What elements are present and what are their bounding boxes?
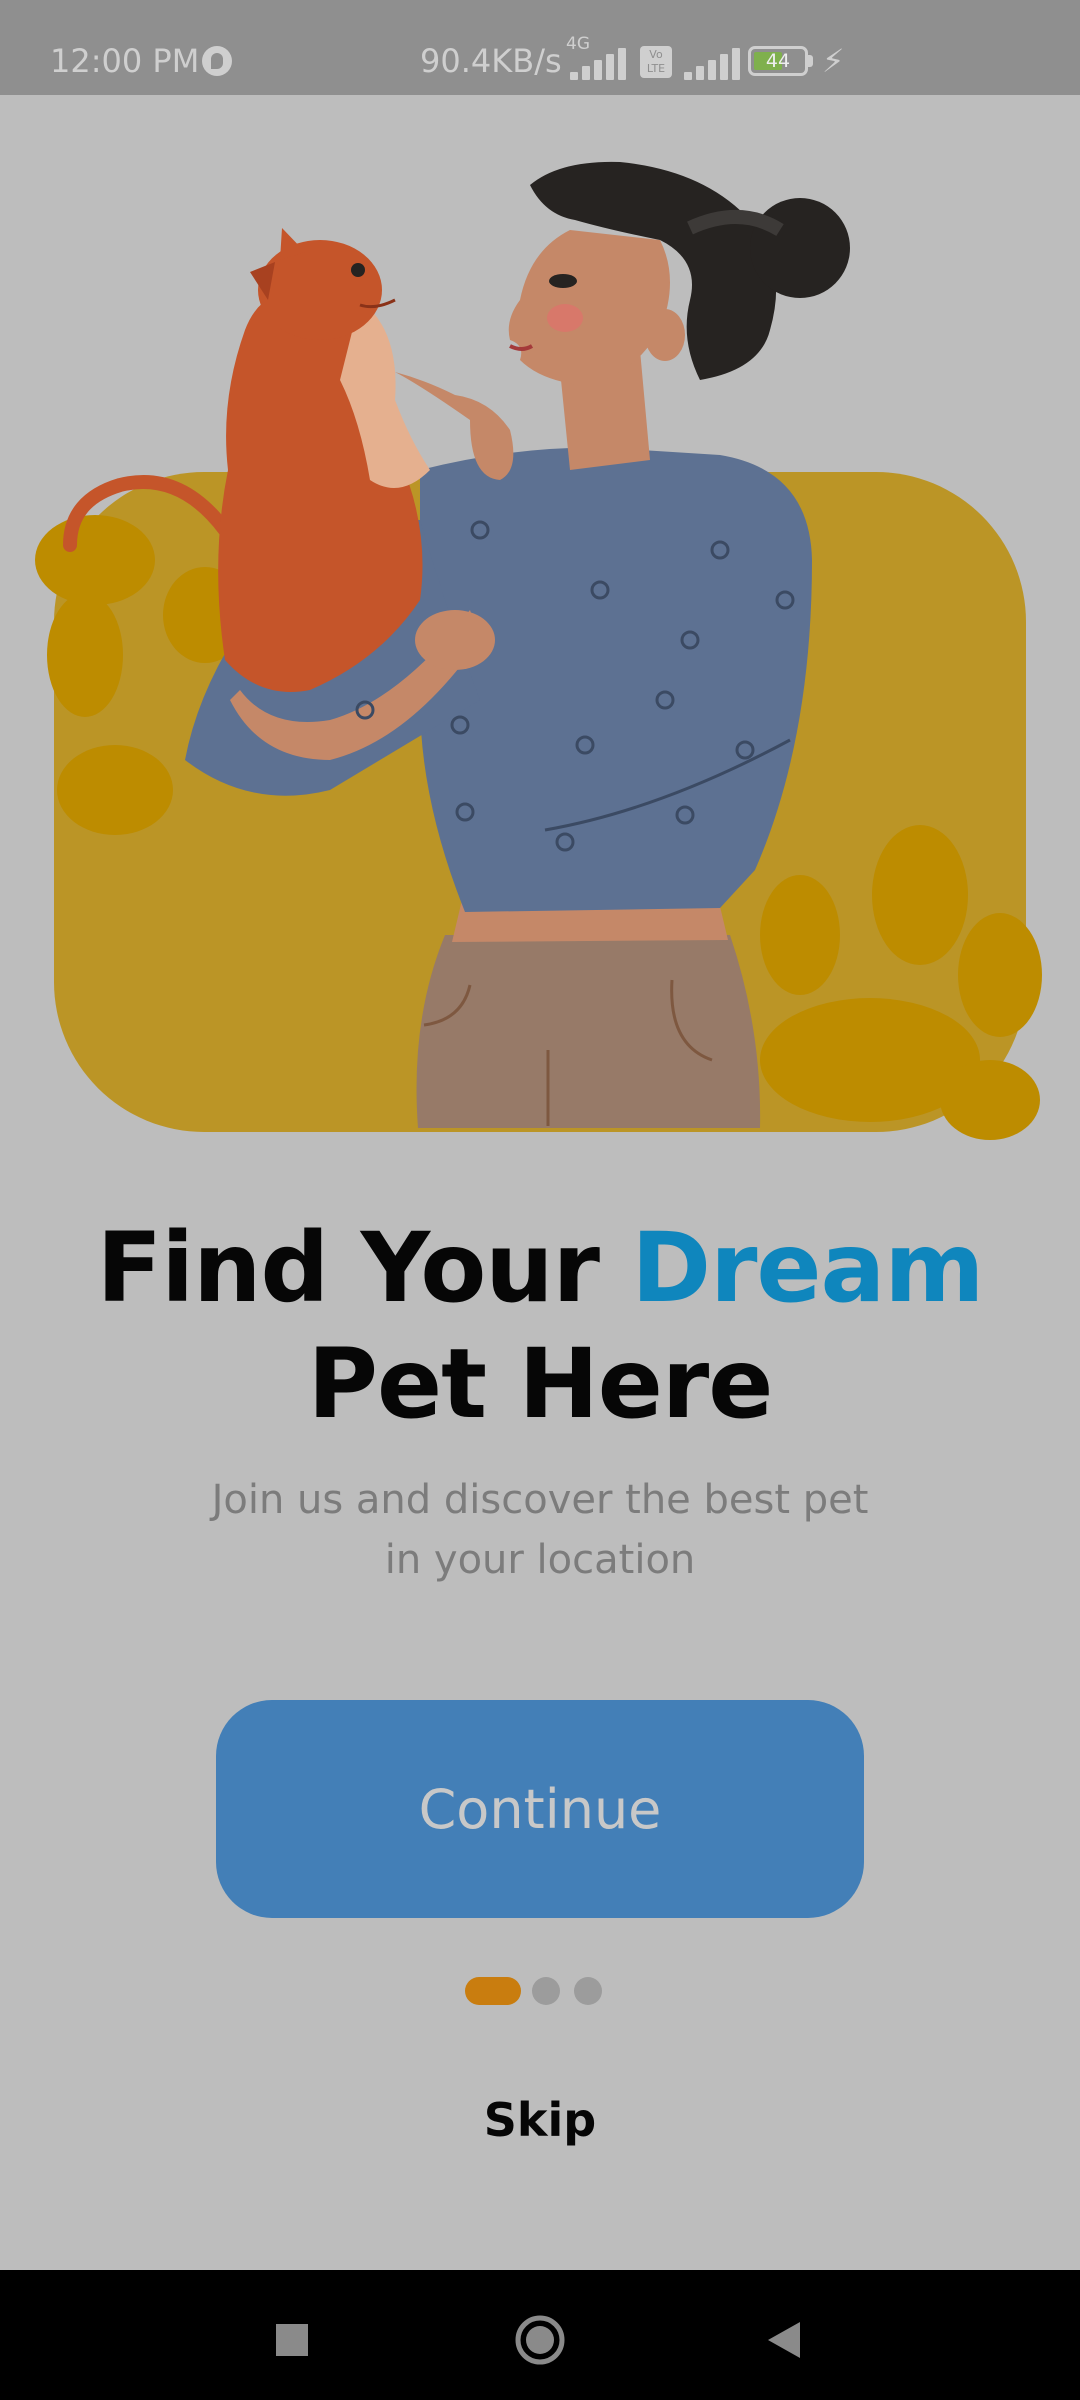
back-icon[interactable]: [744, 2300, 824, 2380]
skip-button[interactable]: Skip: [440, 2085, 640, 2155]
sweater: [420, 447, 812, 912]
headline-line-2: Pet Here: [307, 1328, 774, 1440]
signal-icon: [684, 46, 744, 80]
headline-line-1: Find Your Dream: [0, 1210, 1080, 1326]
hero-illustration: [35, 161, 1042, 1140]
signal-icon: [566, 46, 626, 80]
woman-face: [508, 230, 670, 385]
navigation-bar: [0, 2270, 1080, 2400]
sync-icon: [202, 46, 232, 76]
network-speed: 90.4KB/s: [420, 42, 562, 80]
continue-button[interactable]: Continue: [216, 1700, 864, 1918]
headline-part1: Find Your: [96, 1212, 632, 1324]
status-time: 12:00 PM: [50, 42, 200, 80]
page-indicator: [0, 1975, 1080, 2005]
page-dot-1-active[interactable]: [465, 1977, 521, 2005]
volte-icon: Vo LTE: [640, 46, 672, 78]
charging-icon: ⚡: [822, 42, 845, 80]
status-bar: 12:00 PM 90.4KB/s 4G Vo LTE 44 ⚡: [0, 0, 1080, 95]
page-dot-2[interactable]: [532, 1977, 560, 2005]
onboarding-subtitle: Join us and discover the best pet in you…: [211, 1477, 869, 1583]
battery-icon: 44: [748, 46, 808, 76]
pants: [416, 935, 761, 1128]
headline-highlight: Dream: [631, 1212, 984, 1324]
battery-level: 44: [765, 50, 791, 72]
battery-cap: [808, 55, 813, 67]
page-dot-3[interactable]: [574, 1977, 602, 2005]
home-icon[interactable]: [500, 2300, 580, 2380]
recents-icon[interactable]: [252, 2300, 332, 2380]
onboarding-headline: Find Your Dream Pet Here: [0, 1210, 1080, 1442]
